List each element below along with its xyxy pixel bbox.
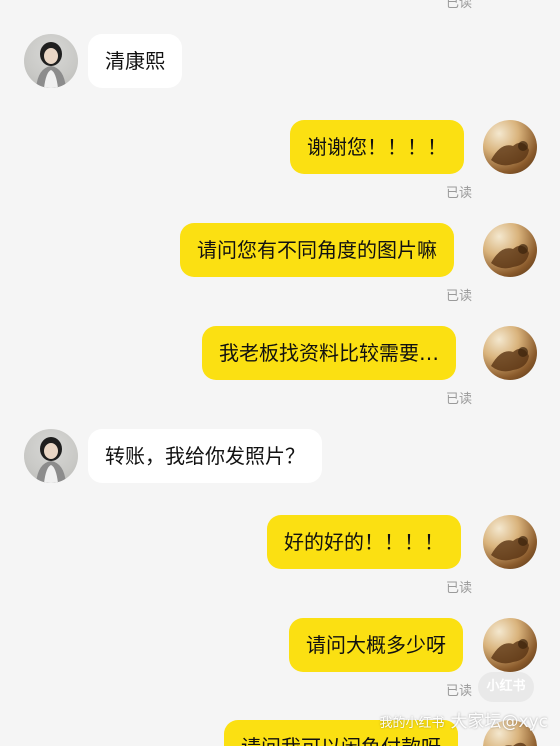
read-receipt: 已读 (446, 289, 473, 304)
chat-view[interactable]: 已读 清康熙 谢谢您！！！！ 已读 请问您有不同角度的图片嘛 已读 我老板找资料… (0, 0, 560, 746)
read-receipt: 已读 (446, 392, 473, 407)
cat-icon (491, 347, 529, 372)
message-bubble-outgoing[interactable]: 谢谢您！！！！ (290, 120, 464, 174)
cat-icon (491, 244, 529, 269)
my-avatar[interactable] (483, 223, 537, 277)
cat-icon (491, 639, 529, 664)
my-avatar[interactable] (483, 515, 537, 569)
contact-avatar[interactable] (24, 34, 78, 88)
message-bubble-outgoing[interactable]: 请问您有不同角度的图片嘛 (180, 223, 454, 277)
message-bubble-incoming[interactable]: 转账，我给你发照片？ (88, 429, 322, 483)
watermark-logo: 小红书 (478, 672, 534, 702)
watermark: 我的小红书 大家坛@xyc (380, 707, 548, 732)
my-avatar[interactable] (483, 120, 537, 174)
message-bubble-outgoing[interactable]: 请问大概多少呀 (289, 618, 463, 672)
person-icon (36, 437, 66, 483)
read-receipt: 已读 (446, 0, 473, 11)
message-bubble-outgoing[interactable]: 我老板找资料比较需要… (202, 326, 456, 380)
read-receipt: 已读 (446, 186, 473, 201)
cat-icon (491, 536, 529, 561)
contact-avatar[interactable] (24, 429, 78, 483)
my-avatar[interactable] (483, 618, 537, 672)
watermark-prefix: 我的小红书 (379, 716, 445, 731)
person-icon (36, 42, 66, 88)
my-avatar[interactable] (483, 326, 537, 380)
read-receipt: 已读 (446, 581, 473, 596)
message-bubble-incoming[interactable]: 清康熙 (88, 34, 182, 88)
read-receipt: 已读 (446, 684, 473, 699)
watermark-text: 大家坛@xyc (450, 712, 548, 732)
message-bubble-outgoing[interactable]: 好的好的！！！！ (267, 515, 461, 569)
cat-icon (491, 141, 529, 166)
